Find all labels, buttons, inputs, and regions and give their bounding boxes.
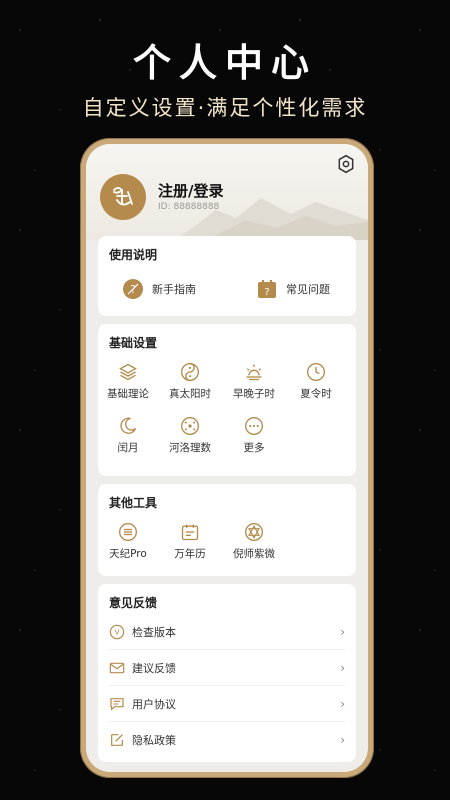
agreement-icon	[110, 697, 124, 711]
app-screen: 注册/登录 ID: 88888888 使用说明 ? 新手指南 ?	[86, 144, 368, 772]
solar-time-label: 真太阳时	[169, 388, 211, 400]
guide-icon: ?	[123, 279, 143, 299]
calendar-icon	[181, 524, 199, 541]
yin-yang-icon	[181, 363, 199, 381]
profile-header: 注册/登录 ID: 88888888	[86, 144, 368, 240]
mail-icon	[109, 662, 125, 673]
login-link[interactable]: 注册/登录	[158, 180, 223, 201]
more-icon	[245, 417, 263, 435]
heluo-button[interactable]: 河洛理数	[160, 416, 220, 455]
user-agreement-row[interactable]: 用户协议 ›	[109, 686, 345, 722]
privacy-label: 隐私政策	[132, 734, 176, 747]
layers-icon	[119, 363, 137, 381]
leap-month-label: 闰月	[117, 442, 139, 454]
star-icon	[245, 523, 263, 541]
dst-button[interactable]: 夏令时	[286, 362, 346, 401]
chevron-right-icon: ›	[340, 660, 345, 675]
check-version-label: 检查版本	[132, 625, 176, 639]
guide-label: 新手指南	[152, 283, 196, 296]
sunrise-icon	[246, 364, 262, 381]
zi-wei-button[interactable]: 倪师紫微	[224, 522, 284, 561]
avatar[interactable]	[100, 174, 146, 220]
app-logo-icon	[113, 187, 133, 206]
other-tools-title: 其他工具	[109, 496, 158, 510]
tianji-button[interactable]: 天纪Pro	[98, 522, 158, 561]
solar-time-button[interactable]: 真太阳时	[160, 362, 220, 401]
privacy-icon	[111, 734, 123, 746]
zi-hour-label: 早晚子时	[233, 388, 275, 400]
clock-icon	[307, 363, 325, 381]
svg-text:V: V	[114, 627, 119, 636]
faq-label: 常见问题	[286, 283, 330, 296]
basic-settings-title: 基础设置	[109, 336, 158, 350]
promo-title: 个人中心	[132, 41, 317, 85]
feedback-card: 意见反馈 V 检查版本 › 建议反馈 › 用户协议 › 隐私政策 ›	[98, 584, 356, 762]
user-agreement-label: 用户协议	[132, 697, 176, 711]
suggestion-label: 建议反馈	[132, 661, 176, 675]
leap-month-button[interactable]: 闰月	[98, 416, 158, 455]
faq-icon: ?	[258, 280, 276, 298]
basic-theory-button[interactable]: 基础理论	[98, 362, 158, 401]
feedback-title: 意见反馈	[109, 596, 158, 610]
usage-title: 使用说明	[109, 248, 158, 262]
promo-subtitle: 自定义设置·满足个性化需求	[82, 96, 368, 120]
basic-theory-label: 基础理论	[107, 388, 149, 400]
privacy-row[interactable]: 隐私政策 ›	[109, 722, 345, 758]
check-version-row[interactable]: V 检查版本 ›	[109, 614, 345, 650]
tianji-label: 天纪Pro	[109, 548, 147, 560]
chevron-right-icon: ›	[340, 624, 345, 639]
calendar-button[interactable]: 万年历	[160, 522, 220, 561]
chevron-right-icon: ›	[340, 733, 345, 747]
zi-wei-label: 倪师紫微	[233, 548, 275, 560]
tianji-icon	[119, 523, 137, 541]
svg-text:?: ?	[264, 287, 269, 298]
calendar-label: 万年历	[174, 548, 206, 560]
heluo-label: 河洛理数	[169, 442, 211, 454]
zi-hour-button[interactable]: 早晚子时	[224, 362, 284, 401]
dst-label: 夏令时	[300, 388, 332, 400]
chevron-right-icon: ›	[340, 696, 345, 711]
basic-settings-card: 基础设置 基础理论 真太阳时 早晚子时 夏令时 闰月 河洛理数 更多	[98, 324, 356, 476]
gear-icon[interactable]	[336, 154, 356, 174]
moon-icon	[120, 417, 137, 434]
phone-frame: 注册/登录 ID: 88888888 使用说明 ? 新手指南 ?	[80, 138, 374, 778]
usage-card: 使用说明 ? 新手指南 ? 常见问题	[98, 236, 356, 316]
faq-button[interactable]: ? 常见问题	[256, 278, 330, 300]
suggestion-row[interactable]: 建议反馈 ›	[109, 650, 345, 686]
user-id: ID: 88888888	[158, 202, 220, 212]
more-button[interactable]: 更多	[224, 416, 284, 455]
other-tools-card: 其他工具 天纪Pro 万年历 倪师紫微	[98, 484, 356, 576]
more-label: 更多	[243, 442, 265, 454]
guide-button[interactable]: ? 新手指南	[122, 278, 196, 300]
version-icon: V	[109, 624, 125, 639]
hetu-icon	[181, 417, 199, 435]
